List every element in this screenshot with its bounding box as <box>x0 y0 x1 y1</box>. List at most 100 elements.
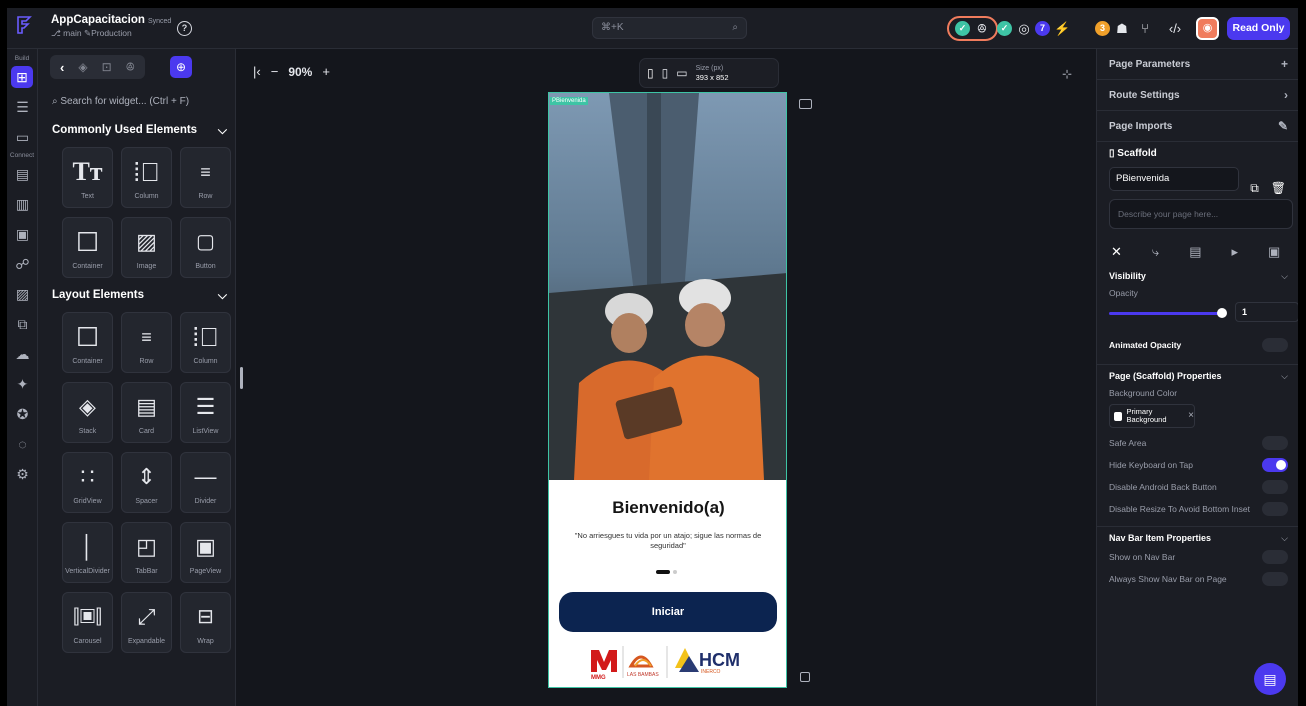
widget-tile-pageview[interactable]: ▣ PageView <box>180 522 231 583</box>
start-button[interactable]: Iniciar <box>559 592 777 632</box>
version-group[interactable]: ⑂ <box>1137 16 1153 41</box>
zoom-in-icon[interactable]: + <box>322 64 330 79</box>
show-navbar-toggle[interactable] <box>1262 550 1288 564</box>
scaffold-properties-header[interactable]: Page (Scaffold) Properties ⌵ <box>1109 371 1288 382</box>
safe-area-toggle[interactable] <box>1262 436 1288 450</box>
add-icon[interactable]: + <box>1281 57 1288 71</box>
widget-tile-carousel[interactable]: ⫿▣⫿ Carousel <box>62 592 113 653</box>
widget-tile-container[interactable]: ☐ Container <box>62 312 113 373</box>
opacity-value-input[interactable]: 1 <box>1235 302 1298 322</box>
page-imports-row[interactable]: Page Imports ✎ <box>1097 111 1298 142</box>
tablet-device-icon[interactable]: ▯ <box>662 66 669 80</box>
canvas-area[interactable]: |‹ − 90% + ▯ ▯ ▭ Size (px) 393 x 852 ⊹ PB… <box>236 49 1096 706</box>
clear-icon[interactable]: × <box>1188 411 1194 421</box>
common-elements-header[interactable]: Commonly Used Elements ⌵ <box>38 119 235 141</box>
add-widget-icon[interactable]: ⊕ <box>170 56 193 78</box>
app-state-icon[interactable]: ▣ <box>7 219 38 249</box>
storyboard-icon[interactable]: ▭ <box>7 122 38 152</box>
disable-back-toggle[interactable] <box>1262 480 1288 494</box>
page-description-input[interactable]: Describe your page here... <box>1109 199 1293 229</box>
ai-agent-icon[interactable]: ✦ <box>7 369 38 399</box>
toggle-bars-icon[interactable] <box>799 99 812 109</box>
widget-tile-spacer[interactable]: ⇕ Spacer <box>121 452 172 513</box>
media-icon[interactable]: ▨ <box>7 279 38 309</box>
desktop-device-icon[interactable]: ▭ <box>676 66 687 80</box>
widget-tile-column[interactable]: ⁞⃞ Column <box>180 312 231 373</box>
collapse-panel-icon[interactable]: |‹ <box>253 64 261 79</box>
widget-search-input[interactable]: ⌕ Search for widget... (Ctrl + F) <box>52 91 225 113</box>
shield-icon[interactable]: ◈ <box>78 60 87 74</box>
animated-opacity-toggle[interactable] <box>1262 338 1288 352</box>
trash-icon[interactable]: 🗑 <box>1271 181 1286 196</box>
project-info[interactable]: AppCapacitacion Synced ⎇ main ✎Production <box>51 14 171 39</box>
theme-icon[interactable]: ◌ <box>7 429 38 459</box>
widget-tile-stack[interactable]: ◈ Stack <box>62 382 113 443</box>
widget-tile-expandable[interactable]: ⤢ Expandable <box>121 592 172 653</box>
phone-frame[interactable]: PBienvenida Bienvenido(a) "No arriesgues… <box>548 92 787 688</box>
widget-tile-row[interactable]: ≡ Row <box>121 312 172 373</box>
widget-tile-gridview[interactable]: ∷ GridView <box>62 452 113 513</box>
component-icon[interactable]: ⊡ <box>102 60 112 74</box>
help-icon[interactable]: ? <box>177 21 192 36</box>
code-group[interactable]: ‹/› <box>1167 16 1183 41</box>
database-icon[interactable]: ▤ <box>7 159 38 189</box>
opacity-slider[interactable]: 1 <box>1109 302 1298 322</box>
widget-tile-container[interactable]: ☐ Container <box>62 217 113 278</box>
flutterflow-logo-icon[interactable] <box>12 14 36 38</box>
widget-tile-card[interactable]: ▤ Card <box>121 382 172 443</box>
state-tab-icon[interactable]: ▣ <box>1268 244 1280 260</box>
background-color-chip[interactable]: Primary Background × <box>1109 404 1195 428</box>
page-name-input[interactable]: PBienvenida <box>1109 167 1239 191</box>
widget-tile-listview[interactable]: ☰ ListView <box>180 382 231 443</box>
properties-tab-icon[interactable]: ✕ <box>1111 244 1122 260</box>
flutterflow-icon[interactable]: ꔮ <box>126 60 135 75</box>
read-only-button[interactable]: Read Only <box>1227 17 1290 40</box>
widget-tile-wrap[interactable]: ⊟ Wrap <box>180 592 231 653</box>
widget-palette-icon[interactable]: ⊞ <box>11 66 33 88</box>
opacity-slider-knob[interactable] <box>1217 308 1227 318</box>
device-preview-icon[interactable] <box>800 672 810 682</box>
edit-icon[interactable]: ✎ <box>1278 119 1288 133</box>
actions-group[interactable]: 7 ⚡ <box>1035 16 1070 41</box>
hero-image[interactable] <box>549 93 786 480</box>
route-settings-row[interactable]: Route Settings › <box>1097 80 1298 111</box>
page-parameters-row[interactable]: Page Parameters + <box>1097 49 1298 80</box>
widget-tile-image[interactable]: ▨ Image <box>121 217 172 278</box>
disable-resize-toggle[interactable] <box>1262 502 1288 516</box>
widget-tile-tabbar[interactable]: ◰ TabBar <box>121 522 172 583</box>
actions-tab-icon[interactable]: ⤷ <box>1152 244 1159 260</box>
settings-gear-icon[interactable]: ⚙ <box>7 459 38 489</box>
hide-keyboard-toggle[interactable] <box>1262 458 1288 472</box>
animations-tab-icon[interactable]: ▸ <box>1231 244 1238 260</box>
widget-tree-icon[interactable]: ☰ <box>7 92 38 122</box>
marketplace-icon[interactable]: ✪ <box>7 399 38 429</box>
ai-group[interactable]: ✓ ◎ <box>997 16 1032 41</box>
backend-query-tab-icon[interactable]: ▤ <box>1189 244 1201 260</box>
always-show-navbar-toggle[interactable] <box>1262 572 1288 586</box>
widget-tile-divider[interactable]: — Divider <box>180 452 231 513</box>
cloud-icon[interactable]: ☁ <box>7 339 38 369</box>
zoom-out-icon[interactable]: − <box>271 64 279 79</box>
phone-device-icon[interactable]: ▯ <box>647 66 654 80</box>
widget-tile-text[interactable]: Tт Text <box>62 147 113 208</box>
chat-support-icon[interactable]: ▤ <box>1254 663 1286 695</box>
panel-resize-handle[interactable] <box>240 367 243 389</box>
widget-tab-group[interactable]: ‹ ◈ ⊡ ꔮ <box>50 55 146 79</box>
layout-elements-header[interactable]: Layout Elements ⌵ <box>38 284 235 306</box>
team-icon[interactable]: ☍ <box>7 249 38 279</box>
preview-eye-icon[interactable]: ◉ <box>1196 17 1219 40</box>
copy-icon[interactable]: ⧉ <box>1250 181 1259 196</box>
widget-tile-row[interactable]: ≡ Row <box>180 147 231 208</box>
widget-tile-button[interactable]: ▢ Button <box>180 217 231 278</box>
navbar-header[interactable]: Nav Bar Item Properties ⌵ <box>1109 533 1288 544</box>
widget-tile-column[interactable]: ⁞⃞ Column <box>121 147 172 208</box>
widget-tile-verticaldivider[interactable]: │ VerticalDivider <box>62 522 113 583</box>
api-icon[interactable]: ▥ <box>7 189 38 219</box>
warnings-group[interactable]: 3 ☗ <box>1095 16 1130 41</box>
command-search[interactable]: ⌘+K ⌕ <box>592 17 747 39</box>
custom-code-icon[interactable]: ⧉ <box>7 309 38 339</box>
tree-view-icon[interactable]: ⊹ <box>1062 67 1072 81</box>
visibility-header[interactable]: Visibility ⌵ <box>1109 271 1288 282</box>
figma-sync-group[interactable]: ✓ ꔮ <box>947 16 998 41</box>
back-icon[interactable]: ‹ <box>60 60 64 75</box>
